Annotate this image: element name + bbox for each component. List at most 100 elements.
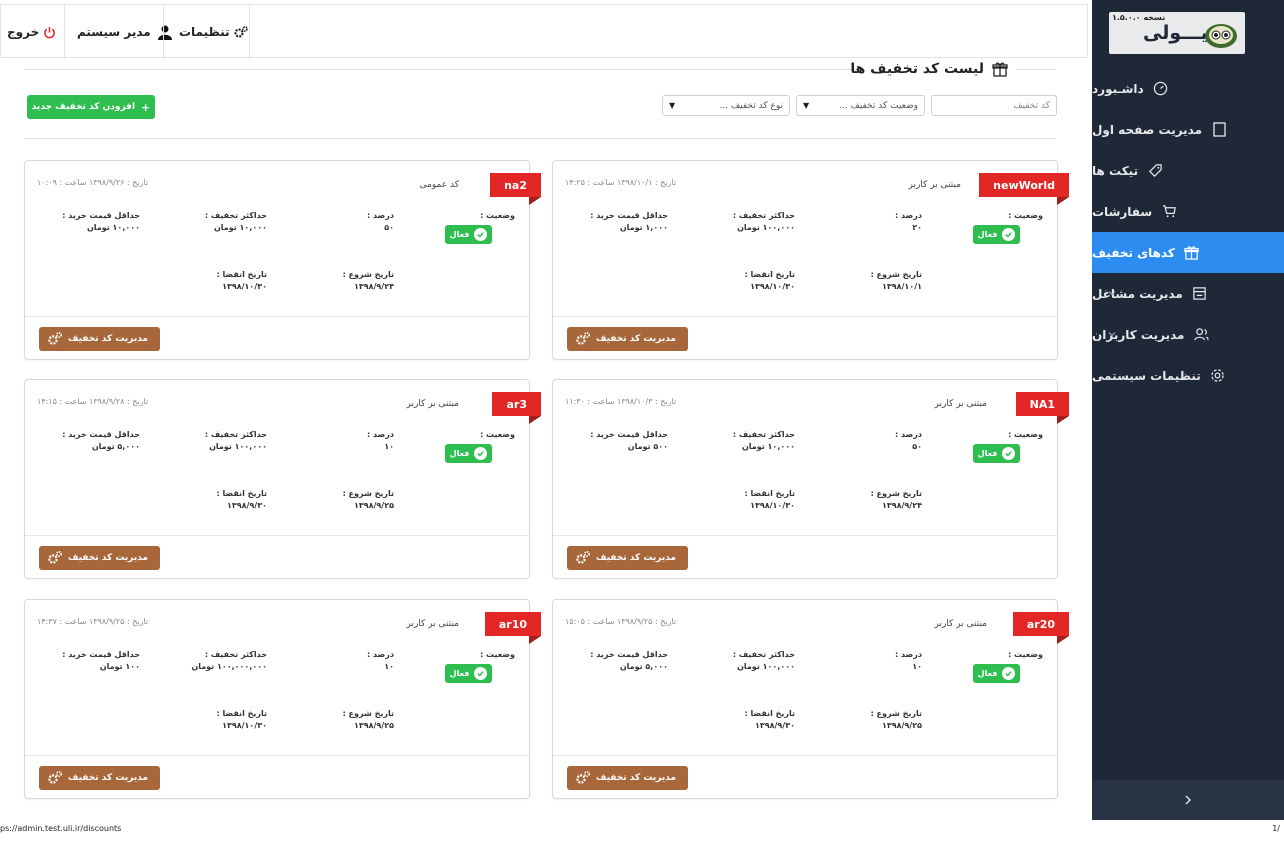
percent-value: ۱۰	[912, 662, 922, 671]
manage-discount-button[interactable]: مدیریت کد تخفیف	[567, 327, 688, 351]
min-purchase-label: حداقل قیمت خرید :	[62, 650, 140, 659]
created-date: تاریخ : ۱۳۹۸/۹/۲۸ ساعت : ۱۴:۱۵	[37, 397, 149, 406]
start-date-value: ۱۳۹۸/۹/۲۴	[881, 501, 922, 510]
percent-label: درصد :	[894, 430, 922, 439]
manage-discount-button[interactable]: مدیریت کد تخفیف	[39, 327, 160, 351]
manage-discount-button[interactable]: مدیریت کد تخفیف	[39, 546, 160, 570]
discount-type: مبتنی بر کاربر	[934, 399, 987, 409]
end-date-value: ۱۳۹۸/۱۰/۳۰	[750, 501, 795, 510]
status-select[interactable]: وضعیت کد تخفیف ... ▼	[796, 95, 925, 116]
end-date-field: تاریخ انقضا : ۱۳۹۸/۱۰/۳۰	[216, 270, 267, 291]
status-text: فعال	[449, 449, 470, 458]
app-root: { "app": { "logo_text": "یـــولی", "vers…	[0, 0, 1284, 842]
add-discount-button[interactable]: + افزودن کد تخفیف جدید	[27, 95, 155, 119]
sidebar-item-system-settings[interactable]: تنظیمات سیستمی	[1092, 355, 1284, 396]
discount-type: مبتنی بر کاربر	[934, 619, 987, 629]
sidebar-collapse-button[interactable]	[1092, 780, 1284, 820]
min-purchase-label: حداقل قیمت خرید :	[62, 430, 140, 439]
sidebar-item-orders[interactable]: سفارشات	[1092, 191, 1284, 232]
sidebar-item-label: کدهای تخفیف	[1092, 245, 1175, 260]
tag-fold	[529, 636, 541, 644]
max-discount-label: حداکثر تخفیف :	[204, 650, 267, 659]
percent-value: ۵۰	[912, 442, 922, 451]
end-date-field: تاریخ انقضا : ۱۳۹۸/۱۰/۳۰	[744, 489, 795, 510]
status-label: وضعیت :	[1008, 650, 1043, 659]
users-icon	[1192, 326, 1210, 344]
start-date-label: تاریخ شروع :	[870, 489, 922, 498]
card-divider	[553, 755, 1057, 756]
logout-label: خروج	[7, 25, 40, 39]
manage-discount-button[interactable]: مدیریت کد تخفیف	[567, 546, 688, 570]
end-date-field: تاریخ انقضا : ۱۳۹۸/۱۰/۳۰	[744, 270, 795, 291]
status-label: وضعیت :	[480, 430, 515, 439]
max-discount-value: ۱۰۰,۰۰۰ تومان	[209, 442, 267, 451]
gears-icon	[48, 770, 63, 784]
percent-field: درصد : ۱۰	[367, 430, 394, 451]
status-field: وضعیت :	[480, 430, 515, 439]
min-purchase-label: حداقل قیمت خرید :	[590, 211, 668, 220]
type-select[interactable]: نوع کد تخفیف ... ▼	[662, 95, 790, 116]
discount-code-search[interactable]: کد تخفیف	[931, 95, 1057, 116]
discount-type: مبتنی بر کاربر	[908, 180, 961, 190]
gears-icon	[576, 331, 591, 345]
sidebar-item-label: سفارشات	[1092, 204, 1153, 219]
end-date-label: تاریخ انقضا :	[744, 709, 795, 718]
sidebar: نسخه ۱.۵.۰.۰ یـــولی داشـبورد مدیریت صفح…	[1092, 0, 1284, 820]
sidebar-item-discounts[interactable]: کدهای تخفیف	[1092, 232, 1284, 273]
end-date-field: تاریخ انقضا : ۱۳۹۸/۹/۳۰	[744, 709, 795, 730]
page-title: لیست کد تخفیف ها	[850, 59, 1008, 79]
sidebar-item-label: تنظیمات سیستمی	[1092, 368, 1201, 383]
caret-down-icon: ▼	[803, 101, 810, 110]
min-purchase-value: ۱۰,۰۰۰ تومان	[86, 223, 140, 232]
discount-type: کد عمومی	[419, 180, 459, 190]
manage-discount-button[interactable]: مدیریت کد تخفیف	[567, 766, 688, 790]
sidebar-item-dashboard[interactable]: داشـبورد	[1092, 68, 1284, 109]
sidebar-item-tickets[interactable]: تیکت ها	[1092, 150, 1284, 191]
check-circle-icon	[1002, 447, 1016, 460]
logout-button[interactable]: خروج	[7, 5, 56, 59]
manage-discount-button[interactable]: مدیریت کد تخفیف	[39, 766, 160, 790]
card-divider	[25, 535, 529, 536]
sidebar-item-label: داشـبورد	[1092, 81, 1144, 96]
gears-icon	[48, 550, 63, 564]
status-text: فعال	[977, 669, 998, 678]
status-label: وضعیت :	[480, 650, 515, 659]
sidebar-item-homepage[interactable]: مدیریت صفحه اول	[1092, 109, 1284, 150]
start-date-label: تاریخ شروع :	[870, 709, 922, 718]
status-select-value: وضعیت کد تخفیف ...	[839, 100, 918, 111]
type-select-value: نوع کد تخفیف ...	[719, 100, 783, 111]
min-purchase-field: حداقل قیمت خرید : ۱۰۰ تومان	[62, 650, 140, 671]
min-purchase-field: حداقل قیمت خرید : ۱۰,۰۰۰ تومان	[62, 211, 140, 232]
percent-value: ۱۰	[384, 662, 394, 671]
logo[interactable]: نسخه ۱.۵.۰.۰ یـــولی	[1109, 12, 1245, 54]
divider	[163, 5, 164, 59]
max-discount-field: حداکثر تخفیف : ۱۰۰,۰۰۰ تومان	[733, 211, 795, 232]
sidebar-item-users[interactable]: مدیریت کاربران	[1092, 314, 1284, 355]
status-field: وضعیت :	[1008, 211, 1043, 220]
max-discount-field: حداکثر تخفیف : ۱۰,۰۰۰ تومان	[733, 430, 795, 451]
check-circle-icon	[474, 667, 488, 680]
sidebar-item-businesses[interactable]: مدیریت مشاغل	[1092, 273, 1284, 314]
add-discount-label: افزودن کد تخفیف جدید	[31, 102, 136, 112]
status-url: ps://admin.test.uli.ir/discounts	[0, 824, 122, 833]
sidebar-item-label: مدیریت صفحه اول	[1092, 122, 1203, 137]
tag-fold	[1057, 197, 1069, 205]
status-field: وضعیت :	[480, 211, 515, 220]
percent-value: ۵۰	[384, 223, 394, 232]
percent-value: ۱۰	[384, 442, 394, 451]
max-discount-label: حداکثر تخفیف :	[204, 430, 267, 439]
end-date-value: ۱۳۹۸/۹/۳۰	[226, 501, 267, 510]
end-date-label: تاریخ انقضا :	[744, 489, 795, 498]
user-menu[interactable]: مدیر سیستم	[77, 5, 173, 59]
min-purchase-value: ۱۰۰ تومان	[99, 662, 140, 671]
start-date-field: تاریخ شروع : ۱۳۹۸/۹/۲۵	[343, 489, 394, 510]
discount-code-tag: NA1	[1015, 392, 1069, 424]
min-purchase-value: ۵,۰۰۰ تومان	[91, 442, 140, 451]
settings-button[interactable]: تنظیمات	[179, 5, 248, 59]
tag-fold	[529, 416, 541, 424]
title-rule	[24, 69, 859, 70]
status-badge: فعال	[445, 664, 492, 683]
max-discount-value: ۱۰۰,۰۰۰ تومان	[737, 223, 795, 232]
status-badge: فعال	[973, 664, 1020, 683]
percent-label: درصد :	[366, 211, 394, 220]
